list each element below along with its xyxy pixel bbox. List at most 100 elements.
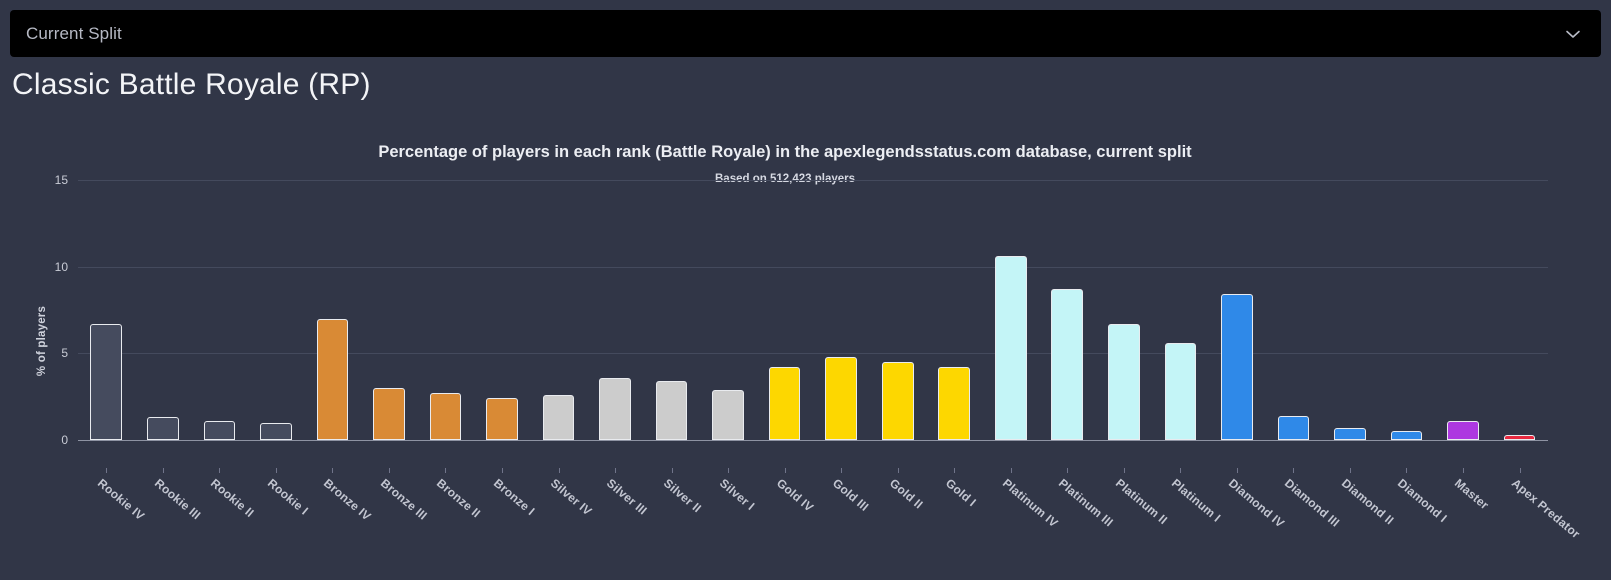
bar-rookie-i[interactable] <box>260 423 292 440</box>
bar-slot <box>813 180 870 440</box>
x-label-slot: Rookie IV <box>78 468 135 578</box>
x-tick-mark <box>898 468 899 473</box>
bar-slot <box>643 180 700 440</box>
bar-apex-predator[interactable] <box>1504 435 1536 440</box>
bar-bronze-iii[interactable] <box>373 388 405 440</box>
x-label-slot: Silver I <box>700 468 757 578</box>
x-tick-mark <box>1406 468 1407 473</box>
bar-diamond-i[interactable] <box>1391 431 1423 440</box>
bar-diamond-iii[interactable] <box>1278 416 1310 440</box>
chevron-down-icon[interactable] <box>1563 24 1583 44</box>
x-tick-mark <box>1463 468 1464 473</box>
bar-platinum-i[interactable] <box>1165 343 1197 440</box>
x-tick-label: Gold II <box>887 476 926 512</box>
bar-gold-ii[interactable] <box>882 362 914 440</box>
page-title: Classic Battle Royale (RP) <box>12 68 371 102</box>
x-label-slot: Platinum III <box>1039 468 1096 578</box>
x-tick-mark <box>163 468 164 473</box>
x-label-slot: Master <box>1435 468 1492 578</box>
y-tick-label: 15 <box>28 173 68 187</box>
bar-slot <box>869 180 926 440</box>
bar-master[interactable] <box>1447 421 1479 440</box>
x-tick-mark <box>672 468 673 473</box>
bar-platinum-ii[interactable] <box>1108 324 1140 440</box>
bar-diamond-ii[interactable] <box>1334 428 1366 440</box>
x-label-slot: Silver III <box>587 468 644 578</box>
x-tick-mark <box>219 468 220 473</box>
y-tick-label: 10 <box>28 260 68 274</box>
y-tick-label: 5 <box>28 346 68 360</box>
x-label-slot: Rookie III <box>135 468 192 578</box>
x-tick-mark <box>841 468 842 473</box>
x-tick-label: Master <box>1452 476 1492 512</box>
x-label-slot: Apex Predator <box>1491 468 1548 578</box>
bar-bronze-iv[interactable] <box>317 319 349 440</box>
bar-slot <box>1039 180 1096 440</box>
x-tick-mark <box>389 468 390 473</box>
bar-slot <box>191 180 248 440</box>
bar-slot <box>304 180 361 440</box>
bar-diamond-iv[interactable] <box>1221 294 1253 440</box>
x-tick-mark <box>1180 468 1181 473</box>
bar-slot <box>1435 180 1492 440</box>
bar-slot <box>1265 180 1322 440</box>
x-axis-labels: Rookie IVRookie IIIRookie IIRookie IBron… <box>78 468 1548 578</box>
bar-rookie-ii[interactable] <box>204 421 236 440</box>
x-label-slot: Diamond I <box>1378 468 1435 578</box>
x-label-slot: Bronze II <box>417 468 474 578</box>
bar-gold-iv[interactable] <box>769 367 801 440</box>
gridline-0 <box>78 440 1548 441</box>
chart-title: Percentage of players in each rank (Batt… <box>0 143 1570 162</box>
bar-platinum-iii[interactable] <box>1051 289 1083 440</box>
y-tick-label: 0 <box>28 433 68 447</box>
x-label-slot: Diamond III <box>1265 468 1322 578</box>
bar-rookie-iv[interactable] <box>90 324 122 440</box>
bar-slot <box>1491 180 1548 440</box>
x-label-slot: Silver II <box>643 468 700 578</box>
x-tick-label: Gold IV <box>774 476 816 515</box>
x-label-slot: Platinum II <box>1096 468 1153 578</box>
x-label-slot: Platinum IV <box>983 468 1040 578</box>
x-label-slot: Gold IV <box>756 468 813 578</box>
split-selector-label: Current Split <box>26 24 122 44</box>
bar-slot <box>361 180 418 440</box>
bar-platinum-iv[interactable] <box>995 256 1027 440</box>
x-tick-mark <box>1237 468 1238 473</box>
bar-slot <box>417 180 474 440</box>
x-label-slot: Silver IV <box>530 468 587 578</box>
bar-slot <box>474 180 531 440</box>
bar-slot <box>587 180 644 440</box>
x-tick-mark <box>276 468 277 473</box>
bar-bronze-i[interactable] <box>486 398 518 440</box>
bar-silver-iii[interactable] <box>599 378 631 440</box>
rank-distribution-chart: Percentage of players in each rank (Batt… <box>0 120 1611 580</box>
bar-slot <box>756 180 813 440</box>
x-tick-mark <box>445 468 446 473</box>
x-tick-label: Silver II <box>661 476 704 515</box>
x-tick-label: Silver I <box>717 476 757 513</box>
x-label-slot: Rookie II <box>191 468 248 578</box>
page-root: Current Split Classic Battle Royale (RP)… <box>0 0 1611 580</box>
x-tick-mark <box>785 468 786 473</box>
bar-gold-iii[interactable] <box>825 357 857 440</box>
bar-silver-ii[interactable] <box>656 381 688 440</box>
x-label-slot: Rookie I <box>248 468 305 578</box>
x-tick-mark <box>728 468 729 473</box>
x-tick-mark <box>1520 468 1521 473</box>
x-tick-mark <box>954 468 955 473</box>
bar-slot <box>135 180 192 440</box>
x-tick-mark <box>1124 468 1125 473</box>
x-label-slot: Gold III <box>813 468 870 578</box>
x-label-slot: Gold I <box>926 468 983 578</box>
x-tick-label: Gold III <box>830 476 871 514</box>
bar-slot <box>926 180 983 440</box>
x-label-slot: Bronze III <box>361 468 418 578</box>
bar-silver-i[interactable] <box>712 390 744 440</box>
bar-bronze-ii[interactable] <box>430 393 462 440</box>
x-label-slot: Bronze IV <box>304 468 361 578</box>
split-selector-dropdown[interactable]: Current Split <box>10 10 1601 57</box>
bar-rookie-iii[interactable] <box>147 417 179 440</box>
bar-silver-iv[interactable] <box>543 395 575 440</box>
x-label-slot: Bronze I <box>474 468 531 578</box>
bar-gold-i[interactable] <box>938 367 970 440</box>
